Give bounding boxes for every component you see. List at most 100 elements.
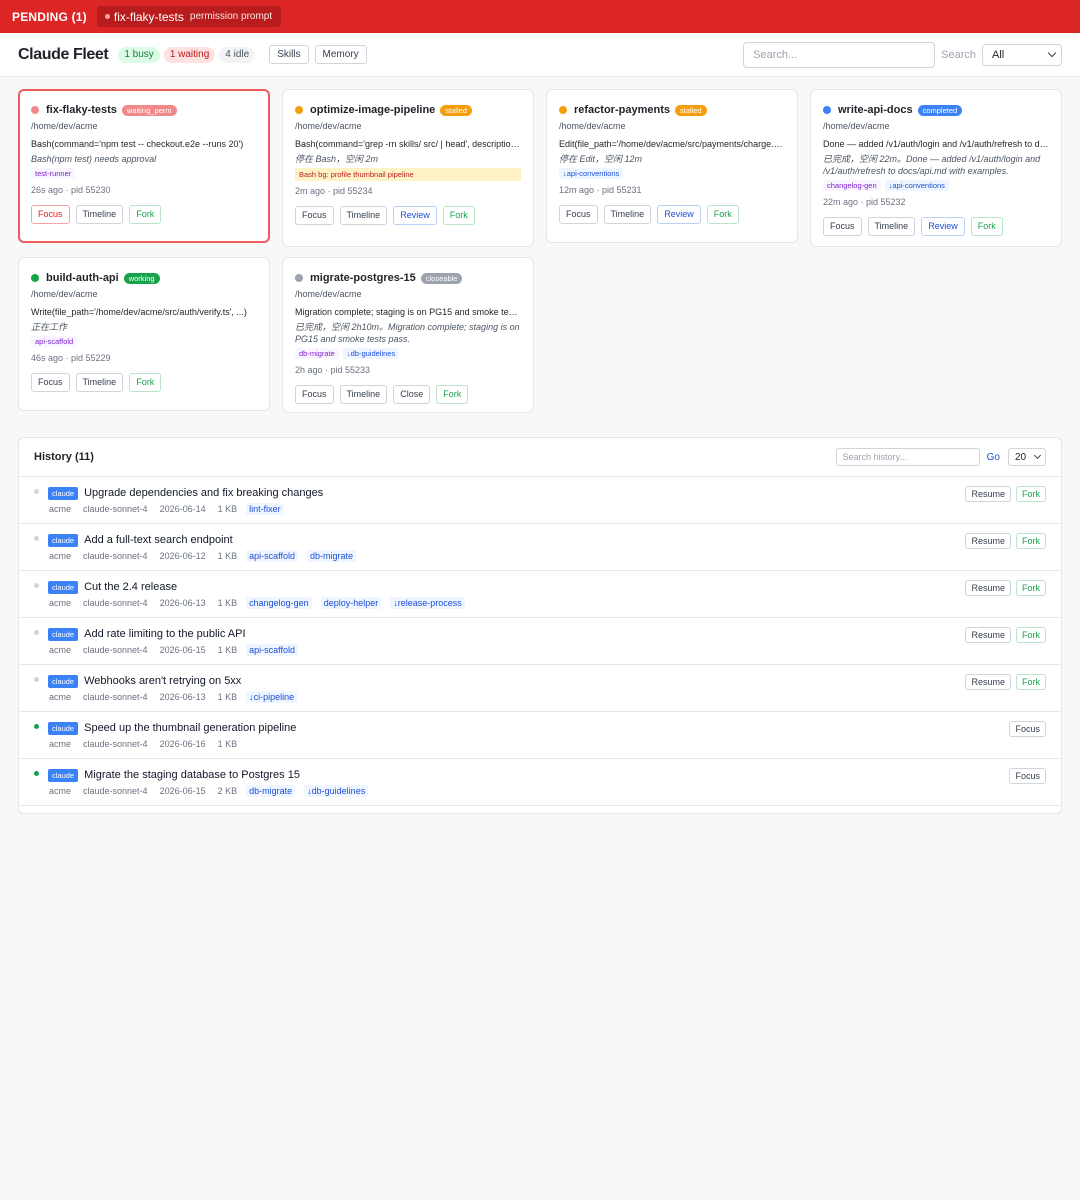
review-button[interactable]: Review [657,205,701,224]
row-actions: Resume Fork [965,486,1046,502]
history-row[interactable]: claude Upgrade dependencies and fix break… [19,477,1061,524]
session-status-text: Bash(npm test) needs approval [31,154,157,164]
skill-tags: api-scaffold [31,336,257,348]
memory-button[interactable]: Memory [314,45,367,64]
fork-button[interactable]: Fork [442,206,475,225]
pending-bar: PENDING (1) fix-flaky-tests permission p… [0,0,1080,33]
history-row-title: Cut the 2.4 release [84,581,178,593]
idle-count-pill: 4 idle [219,46,256,63]
history-row[interactable]: claude Speed up the thumbnail generation … [19,712,1061,759]
skills-button[interactable]: Skills [269,45,309,64]
card-actions: Focus Timeline Review Fork [823,217,1049,236]
focus-button[interactable]: Focus [1009,768,1046,784]
skill-tags: db-migrate ↓db-guidelines [295,348,521,360]
fork-button[interactable]: Fork [1016,486,1046,502]
history-row-meta: acme claude-sonnet-4 2026-06-16 1 KB [49,738,237,750]
resume-button[interactable]: Resume [965,486,1011,502]
history-search-input[interactable] [835,448,980,466]
row-model: claude-sonnet-4 [83,551,148,561]
row-actions: Resume Fork [965,627,1046,643]
history-title: History (11) [34,451,94,463]
close-button[interactable]: Close [393,385,431,404]
status-dot-icon [295,274,303,282]
fork-button[interactable]: Fork [706,205,739,224]
row-project: acme [49,739,72,749]
fork-button[interactable]: Fork [970,217,1003,236]
timeline-button[interactable]: Timeline [339,206,388,225]
search-input[interactable] [743,41,936,68]
fork-button[interactable]: Fork [1016,627,1046,643]
status-dot-icon [823,106,831,114]
filter-select[interactable]: All [982,43,1062,66]
history-row[interactable]: claude Add a full-text search endpoint acm… [19,524,1061,571]
search-label: Search [941,48,976,61]
row-model: claude-sonnet-4 [83,645,148,655]
resume-button[interactable]: Resume [965,627,1011,643]
activity-dot-icon [34,583,39,588]
session-card-header: migrate-postgres-15 closeable [295,270,521,286]
history-row[interactable]: claude Cut the 2.4 release acme claude-sonn… [19,571,1061,618]
timeline-button[interactable]: Timeline [339,385,388,404]
history-row[interactable]: claude Migrate the staging database to Po… [19,759,1061,806]
last-command: Done — added /v1/auth/login and /v1/auth… [823,139,1049,149]
activity-dot-icon [34,489,39,494]
history-list: claude Upgrade dependencies and fix break… [19,477,1061,806]
resume-button[interactable]: Resume [965,674,1011,690]
session-card[interactable]: optimize-image-pipeline stalled/home/dev/… [282,89,534,247]
fork-button[interactable]: Fork [129,205,162,224]
row-model: claude-sonnet-4 [83,504,148,514]
fork-button[interactable]: Fork [129,373,162,392]
resume-button[interactable]: Resume [965,533,1011,549]
skill-tag: changelog-gen [246,597,312,609]
timeline-button[interactable]: Timeline [603,205,652,224]
resume-button[interactable]: Resume [965,580,1011,596]
history-row[interactable]: claude Add rate limiting to the public AP… [19,618,1061,665]
fork-button[interactable]: Fork [436,385,469,404]
history-limit-select[interactable]: 20 [1008,448,1046,466]
session-card-header: optimize-image-pipeline stalled [295,102,521,118]
review-button[interactable]: Review [393,206,437,225]
session-card[interactable]: build-auth-api working/home/dev/acme Write… [18,257,270,411]
history-row-title-line: claude Add a full-text search endpoint [48,533,233,547]
fork-button[interactable]: Fork [1016,533,1046,549]
row-actions: Focus [1009,721,1046,737]
timeline-button[interactable]: Timeline [75,205,124,224]
session-status-text: 正在工作 [31,322,68,332]
session-status-text: 停在 Bash，空闲 2m [295,154,379,164]
session-card[interactable]: fix-flaky-tests waiting_perm/home/dev/acm… [18,89,270,243]
history-go-button[interactable]: Go [987,452,1000,463]
focus-button[interactable]: Focus [823,217,862,236]
focus-button[interactable]: Focus [1009,721,1046,737]
timeline-button[interactable]: Timeline [75,373,124,392]
session-card[interactable]: migrate-postgres-15 closeable/home/dev/ac… [282,257,534,413]
row-project: acme [49,645,72,655]
waiting-count-pill: 1 waiting [163,46,216,63]
focus-button[interactable]: Focus [31,205,70,224]
review-button[interactable]: Review [921,217,965,236]
focus-button[interactable]: Focus [295,385,334,404]
agent-badge: claude [48,533,79,547]
row-date: 2026-06-15 [159,786,206,796]
card-actions: Focus Timeline Review Fork [295,206,521,225]
session-card[interactable]: write-api-docs completed/home/dev/acme Don… [810,89,1062,247]
status-badge: completed [917,104,963,116]
focus-button[interactable]: Focus [31,373,70,392]
row-model: claude-sonnet-4 [83,692,148,702]
focus-button[interactable]: Focus [559,205,598,224]
timeline-button[interactable]: Timeline [867,217,916,236]
agent-badge: claude [48,580,79,594]
session-card[interactable]: refactor-payments stalled/home/dev/acme Ed… [546,89,798,243]
history-row[interactable]: claude Webhooks aren't retrying on 5xx acm… [19,665,1061,712]
activity-dot-icon [34,630,39,635]
header: Claude Fleet 1 busy 1 waiting 4 idle Ski… [0,33,1080,77]
fork-button[interactable]: Fork [1016,674,1046,690]
last-command: Migration complete; staging is on PG15 a… [295,307,521,317]
focus-button[interactable]: Focus [295,206,334,225]
pending-item-kind: permission prompt [189,11,273,22]
status-dot-icon [31,106,39,114]
pending-item-chip[interactable]: fix-flaky-tests permission prompt [96,6,282,27]
session-meta: 2m ago · pid 55234 [295,186,373,196]
session-meta: 22m ago · pid 55232 [823,197,906,207]
fork-button[interactable]: Fork [1016,580,1046,596]
session-card-header: build-auth-api working [31,270,257,286]
